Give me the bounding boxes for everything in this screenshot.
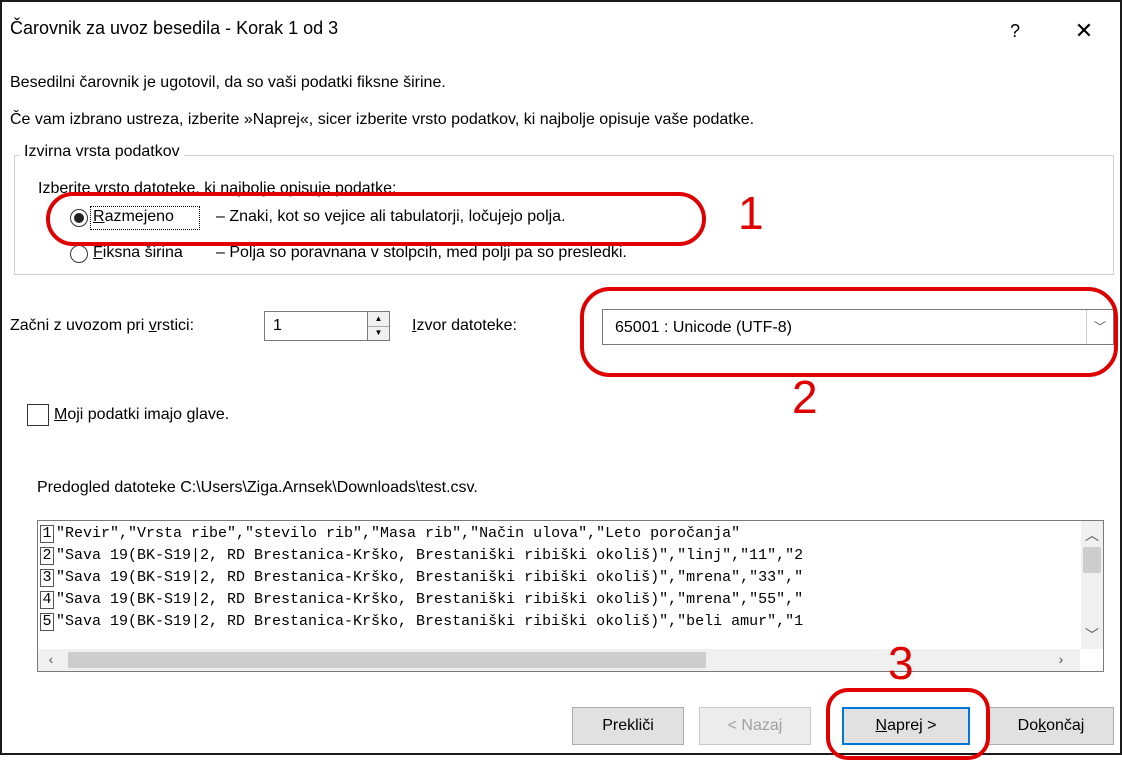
start-row-spinner[interactable]: ▲ ▼ <box>368 311 390 341</box>
text-import-wizard-dialog: Čarovnik za uvoz besedila - Korak 1 od 3… <box>0 0 1122 760</box>
annotation-circle-1 <box>46 192 706 246</box>
preview-line: 2 "Sava 19(BK-S19|2, RD Brestanica-Krško,… <box>40 547 803 568</box>
file-origin-label: Izvor datoteke: <box>412 317 517 334</box>
back-button[interactable]: < Nazaj <box>699 707 811 745</box>
group-legend: Izvirna vrsta podatkov <box>20 143 184 161</box>
spin-down-icon[interactable]: ▼ <box>368 326 389 340</box>
option-fixed-width-label-rest: iksna širina <box>102 244 183 261</box>
intro-line-1: Besedilni čarovnik je ugotovil, da so va… <box>10 74 446 91</box>
line-text: "Sava 19(BK-S19|2, RD Brestanica-Krško, … <box>56 547 804 564</box>
horizontal-scroll-thumb[interactable] <box>68 652 706 668</box>
close-button[interactable]: ✕ <box>1066 16 1102 46</box>
scroll-down-icon[interactable]: ﹀ <box>1081 625 1103 645</box>
line-number: 1 <box>40 525 54 543</box>
annotation-circle-2 <box>580 287 1118 377</box>
scroll-right-icon[interactable]: › <box>1050 651 1072 667</box>
file-preview[interactable]: 1 "Revir","Vrsta ribe","stevilo rib","Mas… <box>37 520 1104 672</box>
preview-line: 1 "Revir","Vrsta ribe","stevilo rib","Mas… <box>40 525 740 546</box>
horizontal-scrollbar[interactable]: ‹ › <box>38 649 1080 671</box>
annotation-circle-3 <box>826 688 990 760</box>
start-row-input[interactable]: 1 <box>264 311 368 341</box>
line-text: "Revir","Vrsta ribe","stevilo rib","Masa… <box>56 525 741 542</box>
line-number: 4 <box>40 591 54 609</box>
preview-label: Predogled datoteke C:\Users\Ziga.Arnsek\… <box>37 479 478 496</box>
spin-up-icon[interactable]: ▲ <box>368 312 389 327</box>
line-number: 2 <box>40 547 54 565</box>
preview-lines: 1 "Revir","Vrsta ribe","stevilo rib","Mas… <box>38 521 1078 649</box>
annotation-number-3: 3 <box>888 637 914 689</box>
headers-checkbox[interactable] <box>27 404 49 426</box>
scroll-left-icon[interactable]: ‹ <box>40 651 62 667</box>
line-text: "Sava 19(BK-S19|2, RD Brestanica-Krško, … <box>56 591 804 608</box>
start-row-label: Začni z uvozom pri vrstici: <box>10 317 195 334</box>
option-fixed-width-label[interactable]: Fiksna širina <box>93 244 183 262</box>
scroll-up-icon[interactable]: ︿ <box>1081 525 1103 545</box>
line-number: 5 <box>40 613 54 631</box>
preview-line: 3 "Sava 19(BK-S19|2, RD Brestanica-Krško,… <box>40 569 803 590</box>
vertical-scrollbar[interactable]: ︿ ﹀ <box>1081 521 1103 649</box>
intro-line-2: Če vam izbrano ustreza, izberite »Naprej… <box>10 111 755 128</box>
line-text: "Sava 19(BK-S19|2, RD Brestanica-Krško, … <box>56 613 804 630</box>
preview-line: 4 "Sava 19(BK-S19|2, RD Brestanica-Krško,… <box>40 591 803 612</box>
annotation-number-2: 2 <box>792 371 818 423</box>
option-fixed-width-description: – Polja so poravnana v stolpcih, med pol… <box>216 244 627 261</box>
title-bar: Čarovnik za uvoz besedila - Korak 1 od 3… <box>2 2 1120 62</box>
headers-checkbox-label[interactable]: Moji podatki imajo glave. <box>54 406 229 424</box>
preview-line: 5 "Sava 19(BK-S19|2, RD Brestanica-Krško,… <box>40 613 803 634</box>
cancel-button[interactable]: Prekliči <box>572 707 684 745</box>
line-text: "Sava 19(BK-S19|2, RD Brestanica-Krško, … <box>56 569 804 586</box>
finish-button[interactable]: Dokončaj <box>988 707 1114 745</box>
vertical-scroll-thumb[interactable] <box>1083 547 1101 573</box>
line-number: 3 <box>40 569 54 587</box>
dialog-title: Čarovnik za uvoz besedila - Korak 1 od 3 <box>10 18 339 38</box>
radio-fixed-width[interactable] <box>70 245 88 263</box>
annotation-number-1: 1 <box>738 187 764 239</box>
help-button[interactable]: ? <box>1002 16 1028 46</box>
